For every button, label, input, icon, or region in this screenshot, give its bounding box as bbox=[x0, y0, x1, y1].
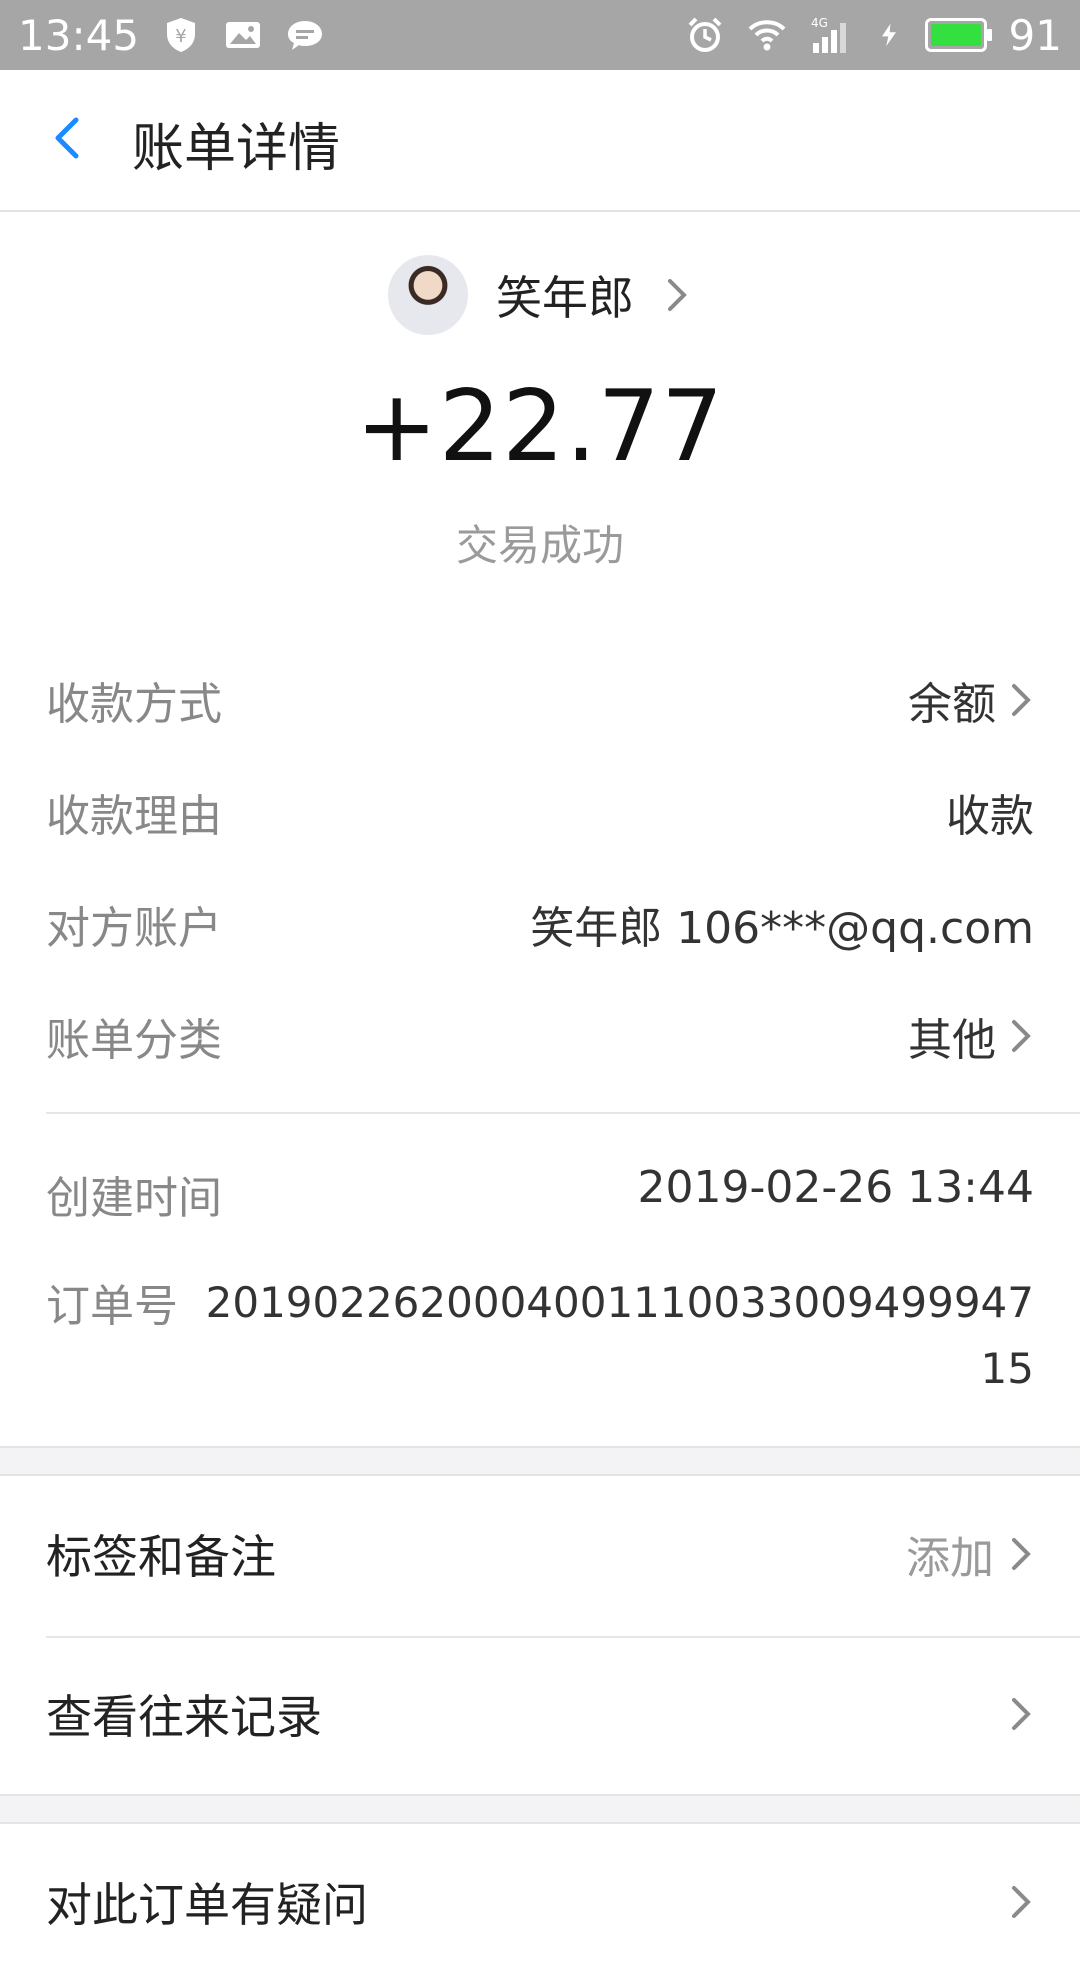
detail-row-order-number: 订单号 2019022620004001110033009499947 15 bbox=[46, 1270, 1034, 1410]
divider bbox=[46, 1112, 1080, 1114]
chevron-right-icon bbox=[1012, 1020, 1031, 1052]
shield-yen-icon: ¥ bbox=[167, 18, 196, 52]
battery-icon bbox=[924, 18, 992, 52]
amount: +22.77 bbox=[355, 370, 725, 484]
payer-link[interactable]: 笑年郎 bbox=[0, 250, 1080, 340]
wifi-icon bbox=[748, 20, 785, 51]
category-value: 其他 bbox=[908, 1015, 996, 1066]
payment-method-value: 余额 bbox=[908, 679, 996, 730]
charging-bolt-icon bbox=[881, 23, 896, 47]
network-type-label: 4G bbox=[811, 16, 828, 30]
tags-add-hint-group: 添加 bbox=[906, 1522, 1034, 1586]
detail-value: 其他 bbox=[908, 1004, 1034, 1068]
detail-row-category[interactable]: 账单分类 其他 bbox=[46, 1004, 1034, 1066]
order-question-row[interactable]: 对此订单有疑问 bbox=[46, 1842, 1034, 1962]
payer-name: 笑年郎 bbox=[496, 271, 634, 325]
detail-row-payment-method[interactable]: 收款方式 余额 bbox=[46, 668, 1034, 730]
chevron-right-icon bbox=[1012, 1886, 1031, 1918]
detail-value: 笑年郎 106***@qq.com bbox=[530, 903, 1034, 954]
order-number-line1: 2019022620004001110033009499947 bbox=[205, 1278, 1034, 1327]
image-notification-icon bbox=[226, 22, 261, 48]
divider bbox=[46, 1636, 1080, 1638]
detail-row-account: 对方账户 笑年郎 106***@qq.com bbox=[46, 892, 1034, 954]
order-number-value: 2019022620004001110033009499947 15 bbox=[206, 1270, 1034, 1402]
detail-row-created-time: 创建时间 2019-02-26 13:44 bbox=[46, 1162, 1035, 1224]
order-number-line2: 15 bbox=[980, 1344, 1034, 1393]
navigation-header: 账单详情 bbox=[0, 70, 1080, 212]
battery-level: 91 bbox=[1008, 10, 1062, 60]
status-time: 13:45 bbox=[18, 10, 140, 60]
cell-signal-icon: 4G bbox=[811, 16, 846, 53]
question-chevron-group bbox=[1008, 1882, 1034, 1922]
question-label: 对此订单有疑问 bbox=[46, 1878, 368, 1932]
detail-label: 收款方式 bbox=[46, 679, 222, 730]
add-hint: 添加 bbox=[906, 1533, 994, 1584]
alarm-icon bbox=[688, 17, 721, 52]
chevron-right-icon bbox=[1012, 1698, 1031, 1730]
chevron-right-icon bbox=[1012, 684, 1031, 716]
svg-text:¥: ¥ bbox=[175, 26, 186, 47]
detail-label: 账单分类 bbox=[46, 1015, 222, 1066]
transaction-status: 交易成功 bbox=[455, 521, 624, 570]
message-icon bbox=[288, 21, 323, 50]
history-label: 查看往来记录 bbox=[46, 1690, 322, 1744]
detail-label: 对方账户 bbox=[46, 903, 222, 954]
view-history-row[interactable]: 查看往来记录 bbox=[46, 1654, 1034, 1774]
avatar bbox=[388, 255, 468, 335]
back-arrow-icon[interactable] bbox=[40, 108, 100, 168]
status-bar: 13:45 ¥ 4G 91 bbox=[0, 0, 1080, 70]
tags-label: 标签和备注 bbox=[46, 1530, 276, 1584]
tags-and-notes-row[interactable]: 标签和备注 添加 bbox=[46, 1494, 1034, 1614]
page-title: 账单详情 bbox=[132, 119, 341, 179]
detail-label: 收款理由 bbox=[46, 791, 222, 842]
detail-label: 订单号 bbox=[46, 1281, 178, 1332]
section-separator bbox=[0, 1794, 1080, 1824]
detail-row-reason: 收款理由 收款 bbox=[46, 780, 1034, 842]
detail-value: 2019-02-26 13:44 bbox=[637, 1162, 1035, 1213]
history-chevron-group bbox=[1008, 1694, 1034, 1734]
detail-label: 创建时间 bbox=[46, 1173, 222, 1224]
chevron-right-icon bbox=[668, 279, 687, 311]
detail-value: 余额 bbox=[908, 668, 1034, 732]
chevron-right-icon bbox=[1012, 1538, 1031, 1570]
section-separator bbox=[0, 1446, 1080, 1476]
detail-value: 收款 bbox=[946, 791, 1034, 842]
